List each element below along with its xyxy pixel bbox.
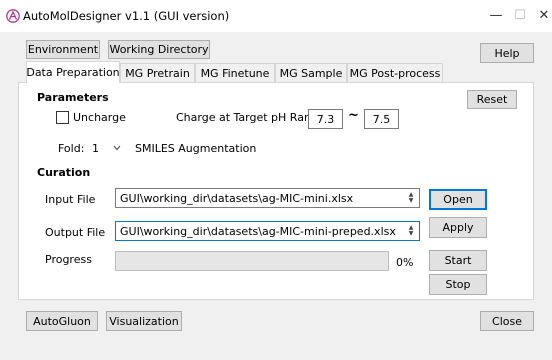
uncharge-checkbox[interactable]	[56, 111, 69, 124]
ph-min-input[interactable]: 7.3	[308, 109, 343, 129]
start-button[interactable]: Start	[429, 250, 487, 271]
tab-mg-sample[interactable]: MG Sample	[275, 63, 347, 83]
ph-max-input[interactable]: 7.5	[364, 109, 399, 129]
fold-label: Fold:	[58, 142, 85, 155]
tab-mg-pretrain[interactable]: MG Pretrain	[120, 63, 195, 83]
ph-range-separator: ~	[348, 108, 359, 123]
input-file-value: GUI\working_dir\datasets\ag-MIC-mini.xls…	[120, 191, 354, 205]
input-file-field[interactable]: GUI\working_dir\datasets\ag-MIC-mini.xls…	[115, 188, 420, 208]
stop-button[interactable]: Stop	[429, 274, 487, 295]
visualization-button[interactable]: Visualization	[106, 311, 182, 331]
spinner-arrows-icon[interactable]: ▲ ▼	[406, 224, 416, 238]
tab-data-preparation[interactable]: Data Preparation	[26, 61, 120, 83]
environment-button[interactable]: Environment	[26, 40, 100, 59]
fold-select[interactable]: 1	[88, 138, 126, 158]
ph-max-value: 7.5	[372, 112, 391, 126]
progress-label: Progress	[45, 253, 92, 266]
tab-mg-finetune[interactable]: MG Finetune	[195, 63, 275, 83]
chevron-down-icon	[113, 145, 121, 151]
window-title: AutoMolDesigner v1.1 (GUI version)	[23, 9, 230, 23]
app-logo-icon	[6, 9, 20, 23]
fold-value: 1	[92, 141, 99, 155]
output-file-label: Output File	[45, 226, 106, 239]
output-file-value: GUI\working_dir\datasets\ag-MIC-mini-pre…	[120, 224, 396, 238]
maximize-icon[interactable]: ☐	[510, 7, 530, 25]
curation-heading: Curation	[37, 166, 91, 179]
ph-range-label: Charge at Target pH Range:	[176, 111, 329, 124]
progress-percent: 0%	[396, 256, 414, 269]
close-icon[interactable]: ✕	[534, 7, 552, 25]
parameters-heading: Parameters	[37, 91, 109, 104]
open-button[interactable]: Open	[429, 189, 487, 210]
help-button[interactable]: Help	[480, 43, 534, 63]
working-directory-button[interactable]: Working Directory	[108, 40, 210, 59]
uncharge-label: Uncharge	[73, 111, 126, 124]
apply-button[interactable]: Apply	[429, 217, 487, 238]
close-button[interactable]: Close	[480, 311, 534, 331]
minimize-icon[interactable]: —	[486, 7, 506, 25]
spinner-arrows-icon[interactable]: ▲ ▼	[406, 191, 416, 205]
tab-mg-post-process[interactable]: MG Post-process	[347, 63, 443, 83]
input-file-label: Input File	[45, 193, 96, 206]
smiles-augmentation-label: SMILES Augmentation	[135, 142, 257, 155]
output-file-field[interactable]: GUI\working_dir\datasets\ag-MIC-mini-pre…	[115, 221, 420, 241]
autogluon-button[interactable]: AutoGluon	[26, 311, 98, 331]
progress-bar	[115, 251, 389, 271]
ph-min-value: 7.3	[316, 112, 335, 126]
reset-button[interactable]: Reset	[467, 90, 517, 109]
